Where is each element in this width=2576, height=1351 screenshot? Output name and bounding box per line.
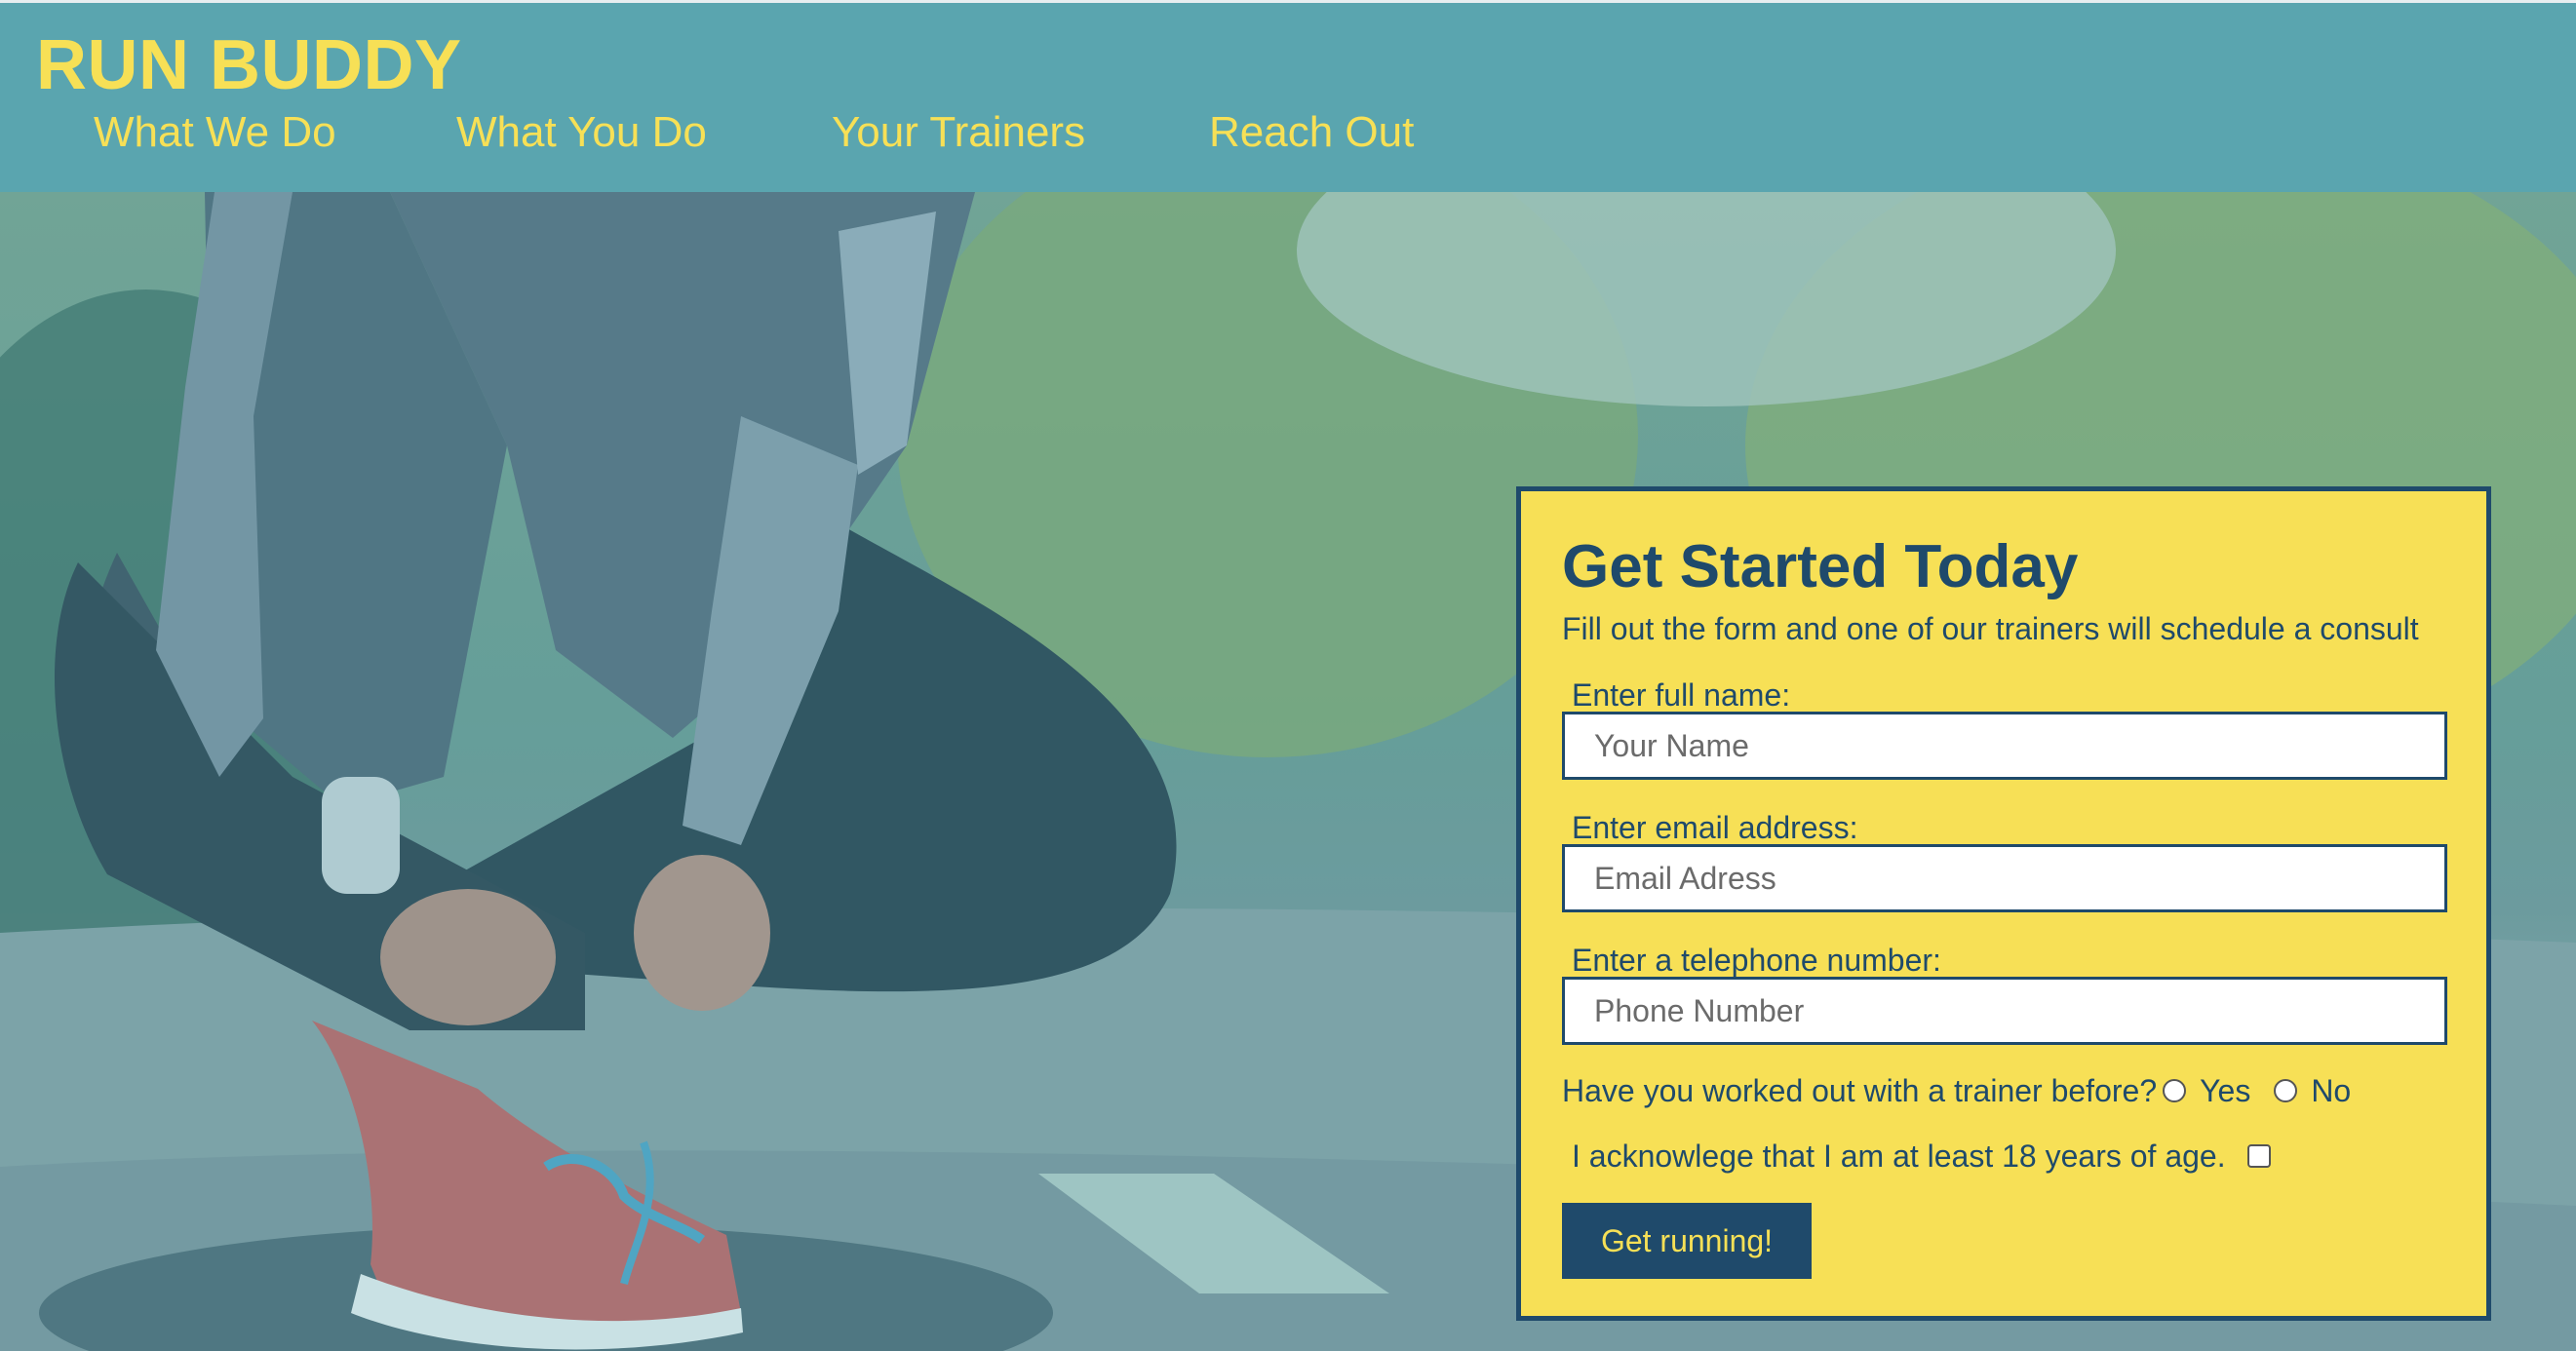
hero-section: Get Started Today Fill out the form and … — [0, 192, 2576, 1351]
nav-link-reach-out[interactable]: Reach Out — [1209, 100, 1414, 165]
radio-no[interactable] — [2274, 1079, 2298, 1102]
name-input[interactable] — [1562, 712, 2447, 780]
phone-input[interactable] — [1562, 977, 2447, 1045]
form-subtitle: Fill out the form and one of our trainer… — [1562, 611, 2419, 646]
trainer-question-row: Have you worked out with a trainer befor… — [1562, 1071, 2351, 1110]
email-input[interactable] — [1562, 844, 2447, 912]
nav-link-what-you-do[interactable]: What You Do — [456, 100, 707, 165]
name-label: Enter full name: — [1572, 677, 1791, 713]
email-label: Enter email address: — [1572, 810, 1858, 845]
signup-form: Get Started Today Fill out the form and … — [1516, 486, 2491, 1321]
age-ack-label: I acknowlege that I am at least 18 years… — [1572, 1138, 2226, 1174]
radio-yes-label: Yes — [2200, 1072, 2251, 1108]
nav-link-your-trainers[interactable]: Your Trainers — [832, 100, 1085, 165]
radio-no-label: No — [2311, 1072, 2352, 1108]
main-nav: What We Do What You Do Your Trainers Rea… — [0, 100, 1560, 169]
trainer-question-label: Have you worked out with a trainer befor… — [1562, 1072, 2158, 1108]
form-title: Get Started Today — [1562, 533, 2079, 600]
phone-label: Enter a telephone number: — [1572, 943, 1941, 978]
age-ack-checkbox[interactable] — [2246, 1144, 2271, 1168]
submit-button[interactable]: Get running! — [1562, 1203, 1812, 1279]
page: RUN BUDDY What We Do What You Do Your Tr… — [0, 0, 2576, 1351]
age-ack-row: I acknowlege that I am at least 18 years… — [1572, 1137, 2271, 1176]
site-header: RUN BUDDY What We Do What You Do Your Tr… — [0, 0, 2576, 192]
brand-logo[interactable]: RUN BUDDY — [36, 26, 462, 104]
radio-yes[interactable] — [2163, 1079, 2187, 1102]
nav-link-what-we-do[interactable]: What We Do — [94, 100, 336, 165]
